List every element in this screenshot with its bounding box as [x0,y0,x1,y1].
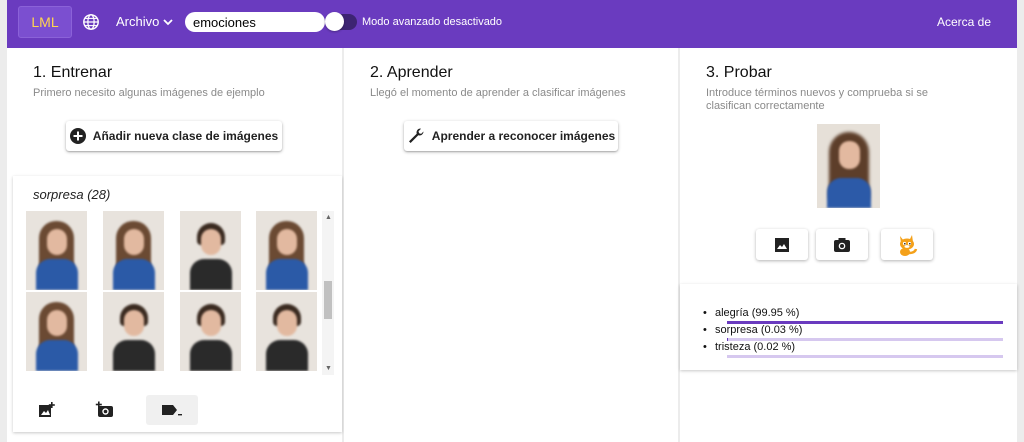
learn-column: 2. Aprender Llegó el momento de aprender… [344,48,678,442]
webcam-button[interactable] [816,229,868,260]
scratch-button[interactable] [881,229,933,260]
add-photo-icon [39,402,55,417]
scroll-down-icon[interactable]: ▼ [325,365,332,372]
upload-image-button[interactable] [756,229,808,260]
learn-title: 2. Aprender [370,64,453,81]
add-webcam-button[interactable] [91,395,119,425]
add-class-label: Añadir nueva clase de imágenes [92,129,279,143]
train-column: 1. Entrenar Primero necesito algunas imá… [7,48,342,442]
mode-label: Modo avanzado desactivado [362,16,503,28]
image-icon [775,237,789,252]
example-image[interactable] [180,292,241,371]
test-subtitle: Introduce términos nuevos y comprueba si… [706,87,928,112]
label-icon [162,405,182,416]
example-image[interactable] [103,211,164,290]
scratch-cat-icon [900,234,918,256]
result-bar [727,355,1003,358]
example-image[interactable] [256,211,317,290]
toggle-knob[interactable] [325,12,344,31]
about-link[interactable]: Acerca de [937,15,991,29]
test-title: 3. Probar [706,64,772,81]
result-item: sorpresa (0.03 %) [703,324,802,336]
example-image[interactable] [180,211,241,290]
learn-button-label: Aprender a reconocer imágenes [431,129,616,143]
scroll-thumb[interactable] [324,281,332,319]
class-card: sorpresa (28) ▲ ▼ [13,176,342,432]
learn-button[interactable]: Aprender a reconocer imágenes [404,121,618,151]
logo-button[interactable]: LML [18,6,72,38]
example-image[interactable] [26,292,87,371]
train-title: 1. Entrenar [33,64,113,81]
top-app-bar: LML Archivo Modo avanzado desactivado Ac… [7,0,1017,48]
example-image[interactable] [26,211,87,290]
example-image[interactable] [103,292,164,371]
class-title: sorpresa (28) [33,187,111,202]
add-class-button[interactable]: Añadir nueva clase de imágenes [66,121,282,151]
file-menu[interactable]: Archivo [116,14,173,29]
add-image-button[interactable] [33,395,61,425]
project-name-input[interactable] [185,12,325,32]
file-menu-label: Archivo [116,14,160,29]
result-item: alegría (99.95 %) [703,307,799,319]
test-image [817,124,880,208]
learn-subtitle: Llegó el momento de aprender a clasifica… [370,87,626,99]
examples-scrollbar[interactable]: ▲ ▼ [322,211,334,375]
add-camera-icon [95,401,113,417]
result-item: tristeza (0.02 %) [703,341,795,353]
label-options-button[interactable] [146,395,198,425]
results-card: alegría (99.95 %) sorpresa (0.03 %) tris… [680,284,1017,370]
add-circle-icon [69,128,86,144]
example-image[interactable] [256,292,317,371]
test-column: 3. Probar Introduce términos nuevos y co… [680,48,1017,442]
globe-icon[interactable] [82,13,100,31]
chevron-down-icon [163,18,173,25]
scroll-up-icon[interactable]: ▲ [325,214,332,221]
train-subtitle: Primero necesito algunas imágenes de eje… [33,87,265,99]
wrench-icon [408,128,424,143]
camera-icon [834,237,850,252]
